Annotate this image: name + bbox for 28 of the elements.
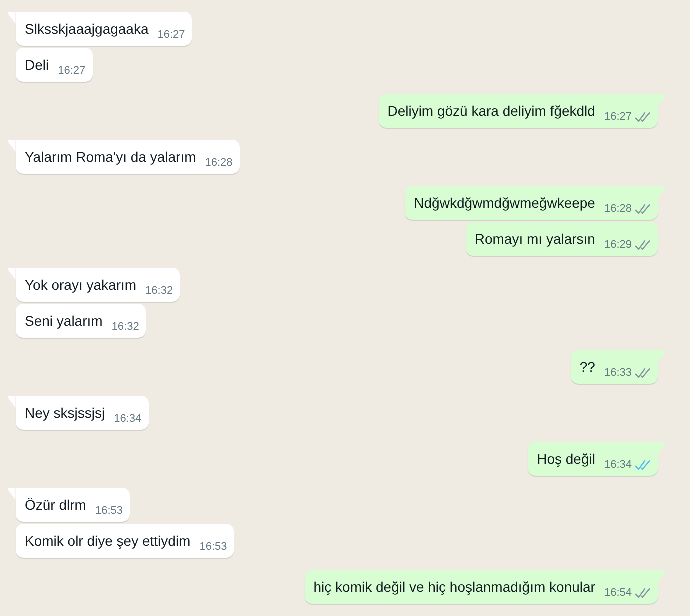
message-text: Slksskjaaajgagaaka: [25, 20, 149, 39]
message-text: ??: [580, 358, 596, 377]
message-text: Deliyim gözü kara deliyim fğekdld: [388, 102, 596, 121]
message-text: Seni yalarım: [25, 312, 103, 331]
message-time: 16:53: [200, 540, 228, 555]
message-time: 16:54: [604, 586, 632, 601]
message-time: 16:28: [205, 156, 233, 171]
message-time: 16:27: [604, 110, 632, 125]
message-time: 16:33: [604, 366, 632, 381]
message-text: hiç komik değil ve hiç hoşlanmadığım konular: [314, 578, 596, 597]
message-time: 16:53: [95, 504, 123, 519]
message-text: Yok orayı yakarım: [25, 276, 137, 295]
message-time: 16:32: [112, 320, 140, 335]
message-text: Ndğwkdğwmdğwmeğwkeepe: [414, 194, 596, 213]
message-time: 16:27: [58, 64, 86, 79]
message-time: 16:28: [604, 202, 632, 217]
message-time: 16:27: [158, 28, 186, 43]
message-text: Hoş değil: [537, 450, 596, 469]
message-time: 16:34: [114, 412, 142, 427]
message-time: 16:32: [146, 284, 174, 299]
message-text: Yalarım Roma'yı da yalarım: [25, 148, 196, 167]
message-text: Romayı mı yalarsın: [474, 230, 596, 249]
message-text: Özür dlrm: [25, 496, 86, 515]
message-text: Komik olr diye şey ettiydim: [25, 532, 191, 551]
message-text: Ney sksjssjsj: [25, 404, 106, 423]
message-time: 16:29: [604, 238, 632, 253]
message-time: 16:34: [604, 458, 632, 473]
message-text: Deli: [25, 56, 50, 75]
